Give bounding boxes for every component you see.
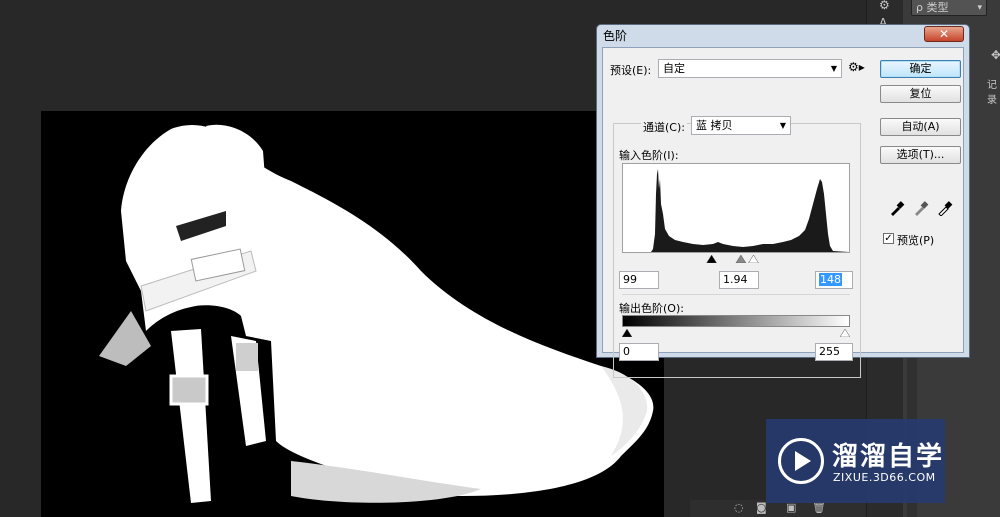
output-white-handle: [839, 328, 851, 338]
preset-label: 预设(E):: [610, 64, 652, 77]
output-black-field[interactable]: 0: [619, 343, 659, 361]
input-gamma-field[interactable]: 1.94: [719, 271, 759, 289]
panel-tab-history[interactable]: 记录: [987, 76, 1000, 106]
output-slider-track: [621, 328, 851, 338]
levels-dialog: 色阶 ✕ 预设(E): 自定 ▼ ⚙▸ 通道(C): 蓝 拷贝 ▼ 输入色阶(I):…: [596, 24, 970, 378]
output-black-handle: [621, 328, 633, 338]
channel-label: 通道(C):: [641, 119, 687, 135]
input-black-field[interactable]: 99: [619, 271, 659, 289]
preview-checkbox[interactable]: ✓: [883, 233, 894, 244]
divider: [622, 294, 850, 295]
output-white-field[interactable]: 255: [815, 343, 853, 361]
shoe-image: [99, 124, 654, 503]
input-white-handle: [748, 254, 759, 264]
reset-button[interactable]: 复位: [880, 85, 961, 103]
eyedropper-gray-icon[interactable]: [913, 200, 929, 216]
auto-button[interactable]: 自动(A): [880, 118, 961, 136]
dialog-body: 预设(E): 自定 ▼ ⚙▸ 通道(C): 蓝 拷贝 ▼ 输入色阶(I): 99 1…: [602, 47, 964, 378]
panel-icon[interactable]: ⚙: [879, 0, 890, 12]
input-black-handle: [706, 254, 718, 264]
eyedropper-white-icon[interactable]: [937, 200, 953, 216]
input-slider-track: [706, 254, 759, 264]
preview-label: 预览(P): [897, 234, 935, 247]
play-logo-icon: [778, 438, 824, 484]
histogram: [622, 163, 850, 253]
watermark-name: 溜溜自学: [832, 442, 945, 472]
dotted-circle-icon[interactable]: ◌: [734, 501, 744, 514]
watermark-url: ZIXUE.3D66.COM: [833, 471, 936, 484]
preset-select[interactable]: 自定 ▼: [658, 59, 842, 78]
eyedropper-black-icon[interactable]: [889, 200, 905, 216]
histogram-graph: [623, 169, 849, 252]
ok-button[interactable]: 确定: [880, 60, 961, 78]
chevron-down-icon: ▼: [779, 121, 786, 130]
move-icon[interactable]: ✥: [991, 48, 1000, 62]
input-white-field[interactable]: 148: [815, 271, 853, 289]
dialog-title: 色阶: [603, 29, 628, 43]
options-button[interactable]: 选项(T)...: [880, 146, 961, 164]
output-levels-slider[interactable]: [621, 327, 851, 338]
input-gamma-handle: [735, 254, 747, 264]
document-canvas[interactable]: [41, 111, 664, 517]
output-levels-label: 输出色阶(O):: [619, 302, 684, 315]
close-button[interactable]: ✕: [924, 26, 964, 42]
input-levels-label: 输入色阶(I):: [619, 149, 679, 162]
channel-select[interactable]: 蓝 拷贝 ▼: [691, 116, 791, 135]
watermark-banner: 溜溜自学 ZIXUE.3D66.COM: [766, 419, 945, 503]
input-levels-slider[interactable]: [622, 253, 850, 264]
output-gradient: [622, 315, 850, 327]
layer-filter-select[interactable]: ρ 类型 ▾: [911, 0, 987, 16]
chevron-down-icon: ▼: [830, 64, 837, 73]
gear-icon[interactable]: ⚙▸: [848, 60, 865, 74]
